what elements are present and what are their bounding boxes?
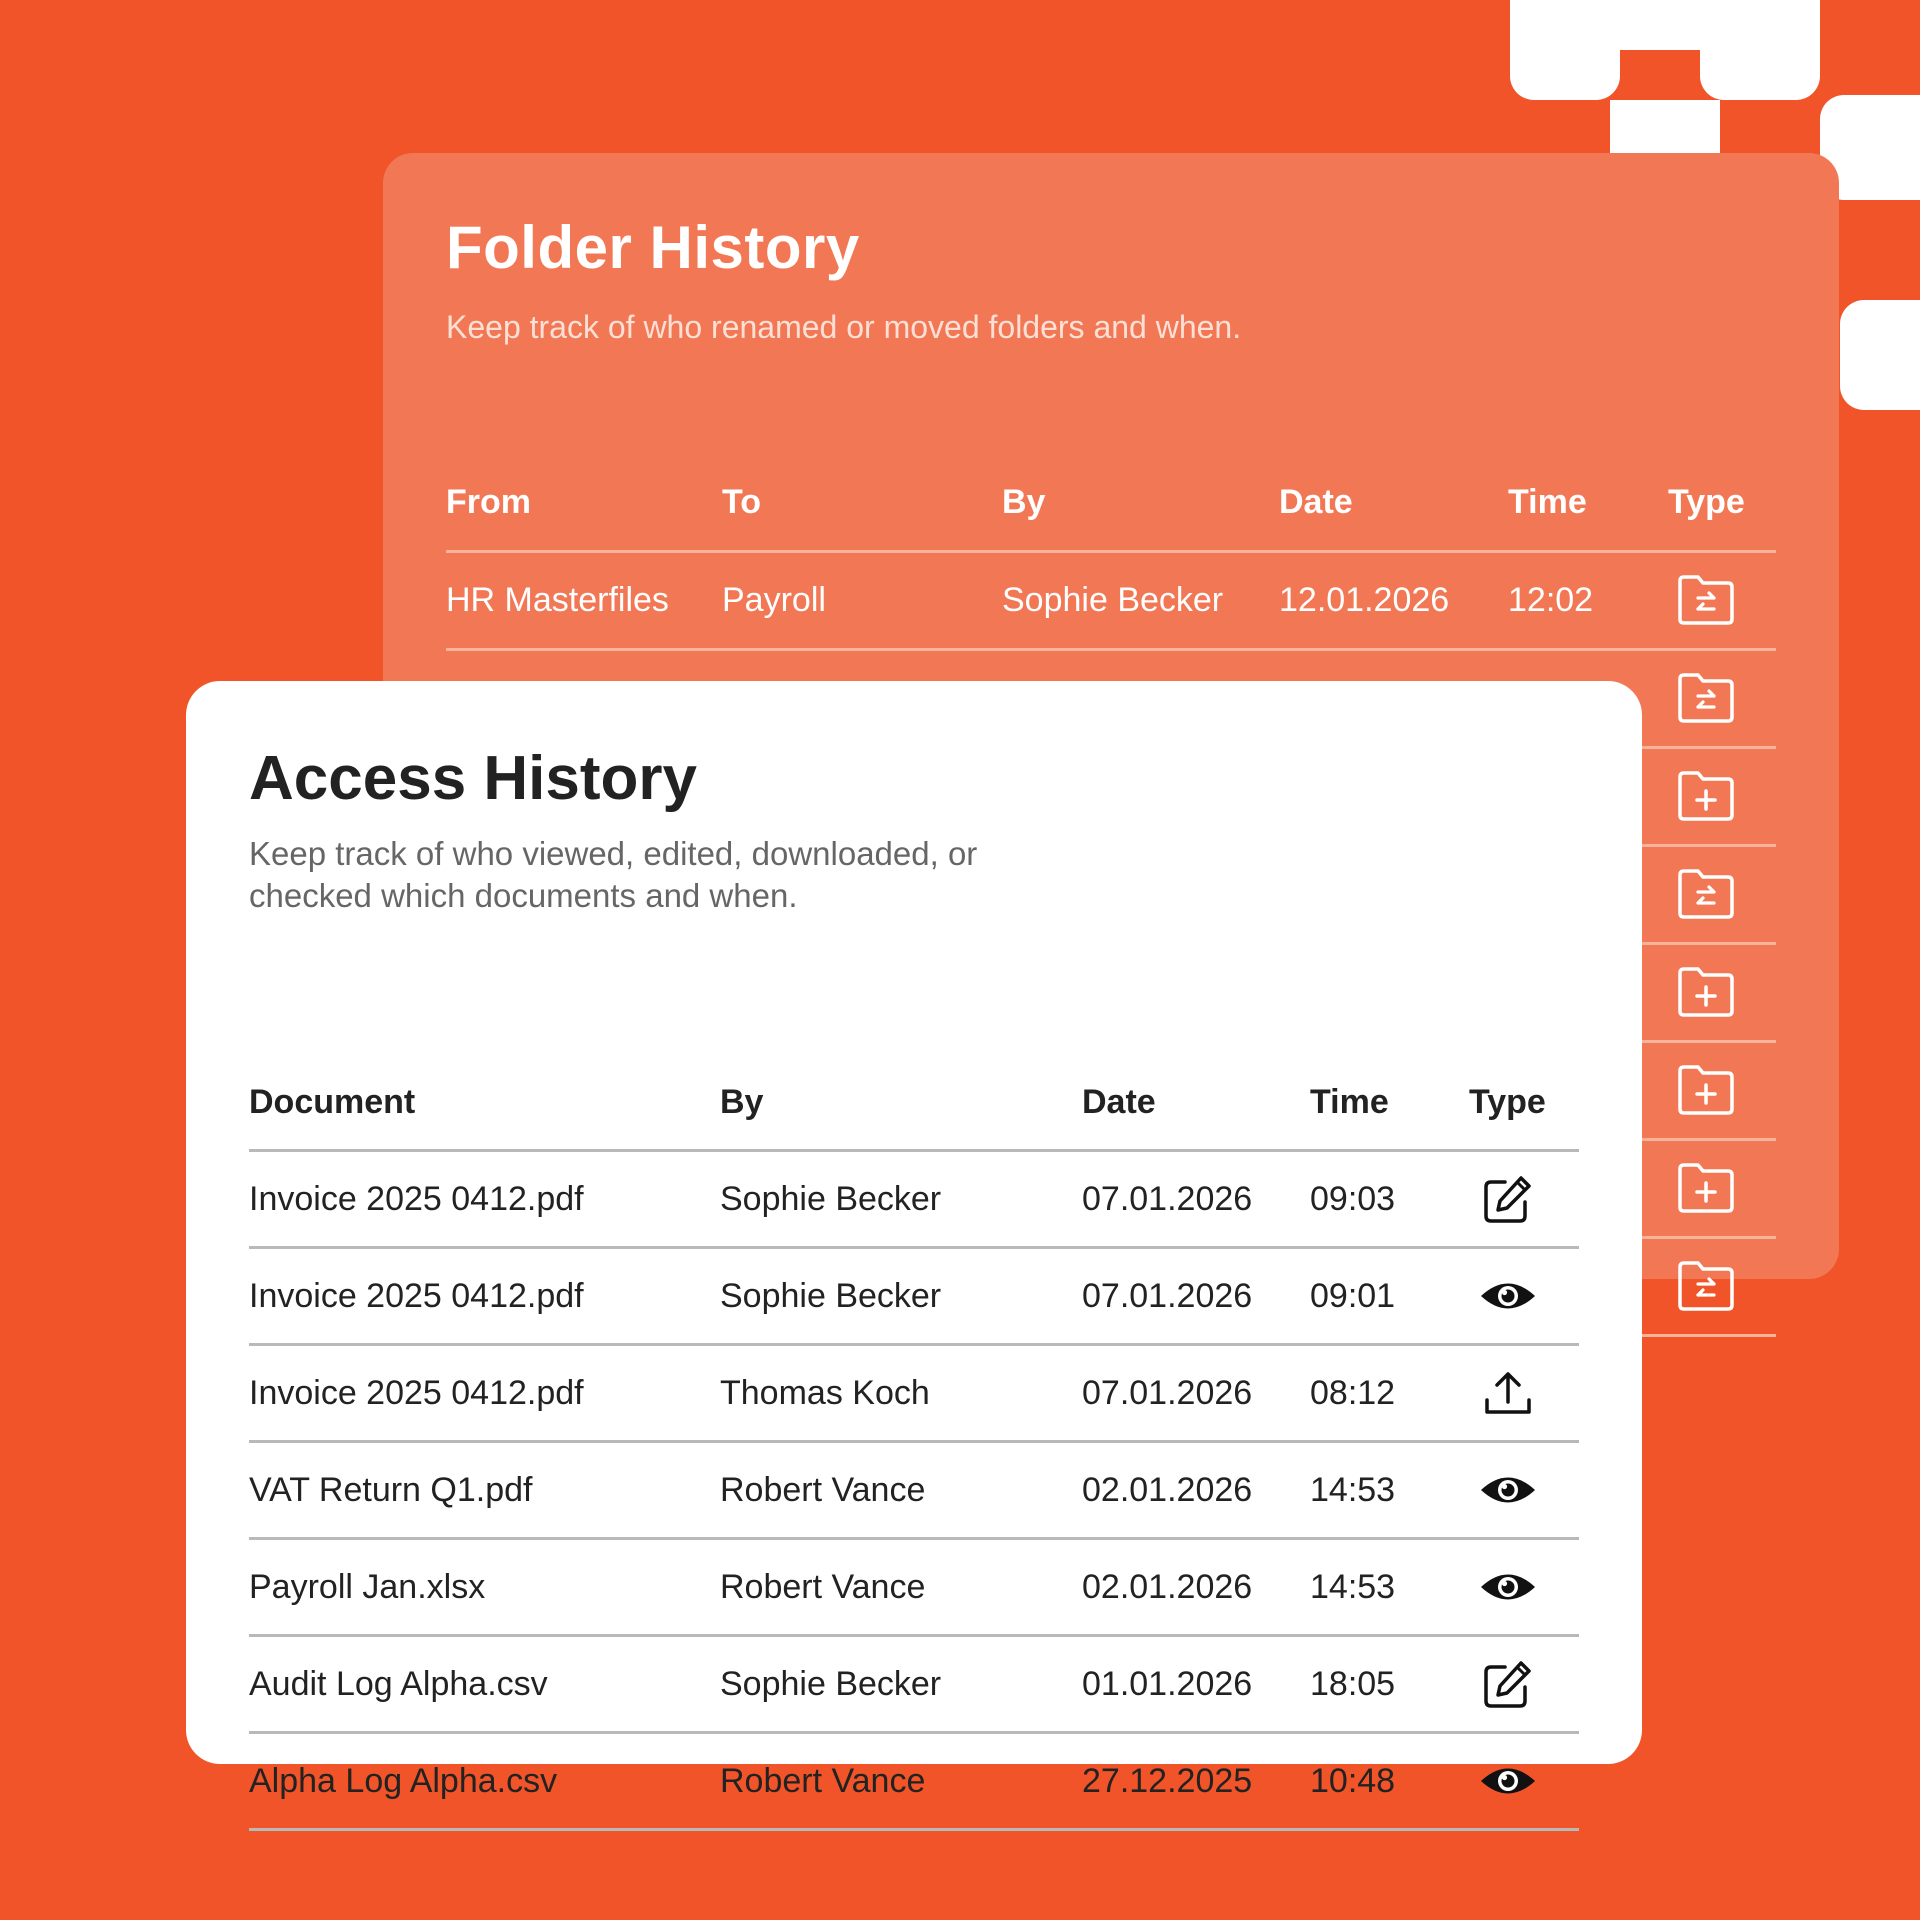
column-header-time[interactable]: Time bbox=[1310, 1055, 1389, 1149]
decorative-shape bbox=[1620, 0, 1700, 50]
time-cell: 08:12 bbox=[1310, 1374, 1396, 1412]
time-cell: 14:53 bbox=[1310, 1568, 1396, 1606]
document-cell: Payroll Jan.xlsx bbox=[249, 1568, 486, 1606]
eye-icon bbox=[1479, 1754, 1537, 1808]
access-history-title: Access History bbox=[249, 744, 698, 813]
folder-add-icon bbox=[1676, 1161, 1736, 1215]
access-table-header: Document By Date Time Type bbox=[249, 1055, 1579, 1152]
folder-table-header: From To By Date Time Type bbox=[446, 455, 1776, 553]
folder-add-icon bbox=[1676, 769, 1736, 823]
by-cell: Sophie Becker bbox=[720, 1665, 942, 1703]
table-row[interactable]: HR Masterfiles Payroll Sophie Becker 12.01.… bbox=[446, 553, 1776, 651]
by-cell: Thomas Koch bbox=[720, 1374, 930, 1412]
column-header-by[interactable]: By bbox=[1002, 455, 1045, 550]
date-cell: 02.01.2026 bbox=[1082, 1568, 1253, 1606]
table-row[interactable]: Invoice 2025 0412.pdf Thomas Koch 07.01.20… bbox=[249, 1346, 1579, 1443]
column-header-by[interactable]: By bbox=[720, 1055, 763, 1149]
from-cell: HR Masterfiles bbox=[446, 581, 669, 619]
time-cell: 12:02 bbox=[1508, 581, 1594, 619]
decorative-shape bbox=[1700, 0, 1820, 100]
table-row[interactable]: Invoice 2025 0412.pdf Sophie Becker 07.01.… bbox=[249, 1152, 1579, 1249]
document-cell: Alpha Log Alpha.csv bbox=[249, 1762, 558, 1800]
date-cell: 02.01.2026 bbox=[1082, 1471, 1253, 1509]
to-cell: Payroll bbox=[722, 581, 826, 619]
date-cell: 07.01.2026 bbox=[1082, 1180, 1253, 1218]
folder-move-icon bbox=[1676, 867, 1736, 921]
column-header-date[interactable]: Date bbox=[1082, 1055, 1156, 1149]
document-cell: Invoice 2025 0412.pdf bbox=[249, 1374, 584, 1412]
document-cell: Invoice 2025 0412.pdf bbox=[249, 1180, 584, 1218]
by-cell: Robert Vance bbox=[720, 1471, 926, 1509]
table-row[interactable]: Payroll Jan.xlsx Robert Vance 02.01.2026 14… bbox=[249, 1540, 1579, 1637]
document-cell: Audit Log Alpha.csv bbox=[249, 1665, 548, 1703]
by-cell: Sophie Becker bbox=[1002, 581, 1224, 619]
eye-icon bbox=[1479, 1560, 1537, 1614]
folder-add-icon bbox=[1676, 1063, 1736, 1117]
folder-move-icon bbox=[1676, 671, 1736, 725]
folder-history-title: Folder History bbox=[446, 214, 860, 281]
decorative-shape bbox=[1510, 0, 1620, 100]
column-header-to[interactable]: To bbox=[722, 455, 761, 550]
date-cell: 12.01.2026 bbox=[1279, 581, 1450, 619]
by-cell: Robert Vance bbox=[720, 1568, 926, 1606]
decorative-shape bbox=[1840, 300, 1920, 410]
edit-icon bbox=[1479, 1657, 1537, 1711]
column-header-from[interactable]: From bbox=[446, 455, 531, 550]
upload-icon bbox=[1479, 1366, 1537, 1420]
date-cell: 01.01.2026 bbox=[1082, 1665, 1253, 1703]
column-header-document[interactable]: Document bbox=[249, 1055, 415, 1149]
eye-icon bbox=[1479, 1269, 1537, 1323]
date-cell: 07.01.2026 bbox=[1082, 1277, 1253, 1315]
time-cell: 18:05 bbox=[1310, 1665, 1396, 1703]
access-history-subtitle: Keep track of who viewed, edited, downlo… bbox=[249, 835, 978, 914]
folder-history-subtitle: Keep track of who renamed or moved folde… bbox=[446, 309, 1242, 345]
folder-move-icon bbox=[1676, 573, 1736, 627]
column-header-type[interactable]: Type bbox=[1469, 1055, 1546, 1149]
table-row[interactable]: Alpha Log Alpha.csv Robert Vance 27.12.202… bbox=[249, 1734, 1579, 1831]
by-cell: Robert Vance bbox=[720, 1762, 926, 1800]
folder-move-icon bbox=[1676, 1259, 1736, 1313]
time-cell: 09:01 bbox=[1310, 1277, 1396, 1315]
by-cell: Sophie Becker bbox=[720, 1180, 942, 1218]
date-cell: 07.01.2026 bbox=[1082, 1374, 1253, 1412]
document-cell: Invoice 2025 0412.pdf bbox=[249, 1277, 584, 1315]
access-history-table: Document By Date Time Type Invoice 2025 … bbox=[249, 1055, 1579, 1831]
column-header-date[interactable]: Date bbox=[1279, 455, 1353, 550]
time-cell: 10:48 bbox=[1310, 1762, 1396, 1800]
date-cell: 27.12.2025 bbox=[1082, 1762, 1253, 1800]
table-row[interactable]: Invoice 2025 0412.pdf Sophie Becker 07.01.… bbox=[249, 1249, 1579, 1346]
table-row[interactable]: VAT Return Q1.pdf Robert Vance 02.01.2026 1… bbox=[249, 1443, 1579, 1540]
access-history-card: Access History Keep track of who viewed,… bbox=[186, 681, 1642, 1831]
table-row[interactable]: Audit Log Alpha.csv Sophie Becker 01.01.20… bbox=[249, 1637, 1579, 1734]
folder-add-icon bbox=[1676, 965, 1736, 1019]
edit-icon bbox=[1479, 1172, 1537, 1226]
document-cell: VAT Return Q1.pdf bbox=[249, 1471, 533, 1509]
eye-icon bbox=[1479, 1463, 1537, 1517]
time-cell: 09:03 bbox=[1310, 1180, 1396, 1218]
column-header-type[interactable]: Type bbox=[1668, 455, 1745, 550]
column-header-time[interactable]: Time bbox=[1508, 455, 1587, 550]
time-cell: 14:53 bbox=[1310, 1471, 1396, 1509]
by-cell: Sophie Becker bbox=[720, 1277, 942, 1315]
